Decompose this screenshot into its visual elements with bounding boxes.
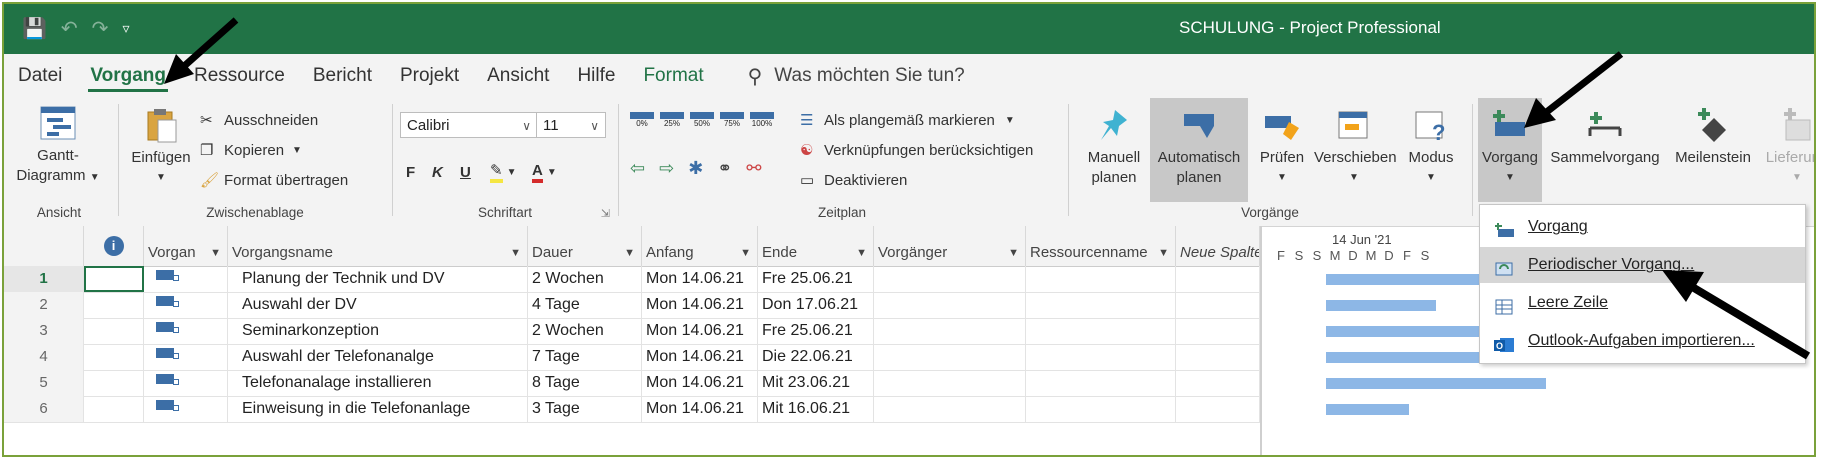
arrow-to-recurring-task (1662, 270, 1811, 360)
arrow-to-insert-task (1524, 51, 1624, 128)
arrow-to-vorgang-tab (164, 17, 239, 84)
annotation-arrows (164, 17, 1811, 360)
app-window: 💾 ↶ ↷ ▿ SCHULUNG - Project Professional … (2, 2, 1816, 457)
